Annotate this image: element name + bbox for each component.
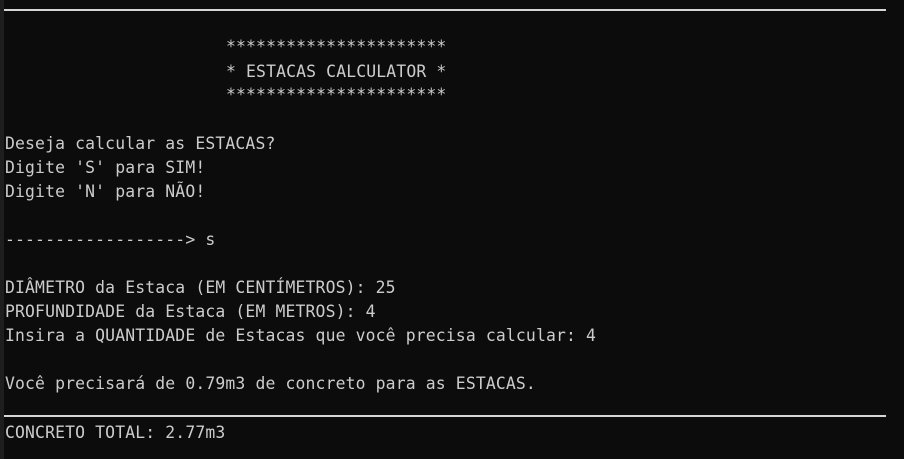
banner-top-stars: ********************** [226, 37, 447, 56]
result-line: Você precisará de 0.79m3 de concreto par… [5, 374, 536, 393]
bottom-separator-line [4, 415, 886, 417]
console-window[interactable]: ********************** * ESTACAS CALCULA… [0, 0, 904, 459]
answer-value: s [205, 230, 216, 249]
banner-bottom-stars: ********************** [226, 85, 447, 104]
top-separator-line [4, 9, 886, 11]
depth-input-line: PROFUNDIDADE da Estaca (EM METROS): 4 [5, 302, 376, 321]
answer-arrow: ------------------> [5, 230, 196, 249]
diameter-input-line: DIÂMETRO da Estaca (EM CENTÍMETROS): 25 [5, 278, 396, 297]
quantity-input-line: Insira a QUANTIDADE de Estacas que você … [5, 326, 597, 345]
window-edge [0, 0, 4, 459]
total-line: CONCRETO TOTAL: 2.77m3 [5, 423, 226, 442]
banner-title: * ESTACAS CALCULATOR * [226, 62, 447, 81]
prompt-option-no: Digite 'N' para NÃO! [5, 182, 206, 201]
answer-line: ------------------> s [5, 228, 215, 252]
prompt-question: Deseja calcular as ESTACAS? [5, 134, 276, 153]
prompt-option-yes: Digite 'S' para SIM! [5, 158, 206, 177]
